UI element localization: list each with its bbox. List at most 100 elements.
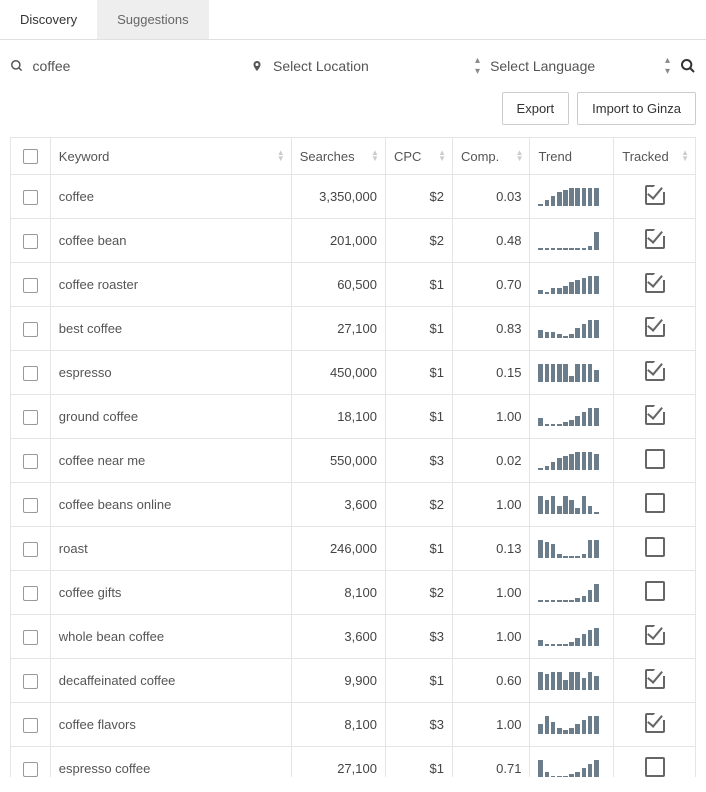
cell-keyword: coffee flavors [50,703,291,747]
tracked-checkbox[interactable] [645,317,665,337]
table-row: ground coffee18,100$11.00 [11,395,696,439]
table-header-row: Keyword▲▼ Searches▲▼ CPC▲▼ Comp.▲▼ Trend… [11,138,696,175]
row-checkbox[interactable] [23,322,38,337]
cell-tracked [614,395,696,439]
row-checkbox[interactable] [23,410,38,425]
cell-searches: 27,100 [291,307,385,351]
cell-searches: 3,350,000 [291,175,385,219]
cell-comp: 0.83 [452,307,530,351]
tracked-checkbox[interactable] [645,361,665,381]
location-select[interactable]: Select Location ▴▾ [249,54,480,78]
row-checkbox[interactable] [23,278,38,293]
row-checkbox[interactable] [23,454,38,469]
search-input[interactable] [31,54,241,78]
table-row: coffee3,350,000$20.03 [11,175,696,219]
header-trend[interactable]: Trend [530,138,614,175]
cell-comp: 1.00 [452,615,530,659]
cell-trend [530,571,614,615]
header-searches[interactable]: Searches▲▼ [291,138,385,175]
tracked-checkbox[interactable] [645,669,665,689]
tracked-checkbox[interactable] [645,625,665,645]
tracked-checkbox[interactable] [645,537,665,557]
cell-tracked [614,175,696,219]
cell-tracked [614,351,696,395]
table-row: decaffeinated coffee9,900$10.60 [11,659,696,703]
tracked-checkbox[interactable] [645,449,665,469]
cell-keyword: coffee gifts [50,571,291,615]
cell-keyword: best coffee [50,307,291,351]
table-row: coffee bean201,000$20.48 [11,219,696,263]
cell-tracked [614,659,696,703]
cell-comp: 0.15 [452,351,530,395]
cell-cpc: $1 [385,351,452,395]
cell-keyword: coffee roaster [50,263,291,307]
cell-searches: 8,100 [291,703,385,747]
table-row: espresso450,000$10.15 [11,351,696,395]
cell-trend [530,747,614,777]
cell-searches: 3,600 [291,483,385,527]
cell-tracked [614,483,696,527]
cell-searches: 550,000 [291,439,385,483]
cell-searches: 201,000 [291,219,385,263]
cell-cpc: $3 [385,439,452,483]
tracked-checkbox[interactable] [645,713,665,733]
row-checkbox[interactable] [23,630,38,645]
tab-suggestions[interactable]: Suggestions [97,0,209,39]
cell-trend [530,395,614,439]
export-button[interactable]: Export [502,92,570,125]
cell-cpc: $3 [385,703,452,747]
filter-bar: Select Location ▴▾ Select Language ▴▾ [0,40,706,92]
row-checkbox[interactable] [23,718,38,733]
cell-cpc: $1 [385,263,452,307]
row-checkbox[interactable] [23,586,38,601]
cell-comp: 0.13 [452,527,530,571]
header-checkbox[interactable] [11,138,51,175]
row-checkbox[interactable] [23,498,38,513]
tracked-checkbox[interactable] [645,493,665,513]
row-checkbox[interactable] [23,190,38,205]
cell-comp: 0.48 [452,219,530,263]
row-checkbox[interactable] [23,366,38,381]
keyword-table: Keyword▲▼ Searches▲▼ CPC▲▼ Comp.▲▼ Trend… [10,137,696,777]
cell-trend [530,263,614,307]
sparkline [538,628,598,646]
row-checkbox[interactable] [23,762,38,777]
cell-tracked [614,263,696,307]
tab-discovery[interactable]: Discovery [0,0,97,39]
tracked-checkbox[interactable] [645,757,665,777]
cell-comp: 1.00 [452,703,530,747]
sparkline [538,496,598,514]
table-row: roast246,000$10.13 [11,527,696,571]
sparkline [538,760,598,777]
search-group [10,54,241,78]
cell-trend [530,351,614,395]
cell-searches: 246,000 [291,527,385,571]
tracked-checkbox[interactable] [645,229,665,249]
header-cpc[interactable]: CPC▲▼ [385,138,452,175]
row-checkbox[interactable] [23,674,38,689]
tracked-checkbox[interactable] [645,273,665,293]
cell-cpc: $1 [385,395,452,439]
tracked-checkbox[interactable] [645,405,665,425]
tracked-checkbox[interactable] [645,581,665,601]
cell-trend [530,483,614,527]
cell-keyword: ground coffee [50,395,291,439]
cell-searches: 450,000 [291,351,385,395]
row-checkbox[interactable] [23,234,38,249]
cell-comp: 0.03 [452,175,530,219]
header-tracked[interactable]: Tracked▲▼ [614,138,696,175]
import-button[interactable]: Import to Ginza [577,92,696,125]
cell-trend [530,175,614,219]
row-checkbox[interactable] [23,542,38,557]
chevron-updown-icon: ▴▾ [665,55,670,77]
location-pin-icon [249,59,265,73]
header-comp[interactable]: Comp.▲▼ [452,138,530,175]
cell-comp: 1.00 [452,395,530,439]
search-submit-icon[interactable] [680,57,696,75]
tracked-checkbox[interactable] [645,185,665,205]
cell-tracked [614,571,696,615]
language-select[interactable]: Select Language ▴▾ [488,54,696,78]
header-keyword[interactable]: Keyword▲▼ [50,138,291,175]
table-row: coffee gifts8,100$21.00 [11,571,696,615]
cell-cpc: $2 [385,219,452,263]
